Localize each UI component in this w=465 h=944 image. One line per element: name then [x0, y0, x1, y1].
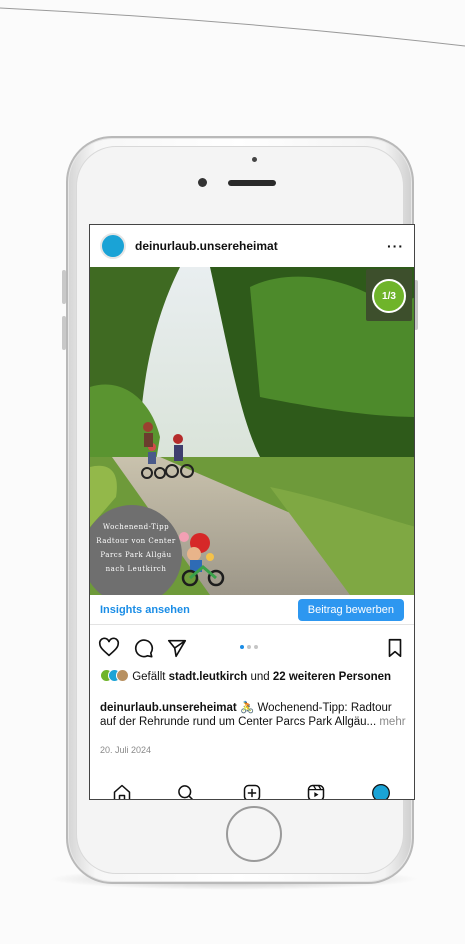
decorative-line: [0, 7, 465, 47]
instagram-post-screen: deinurlaub.unsereheimat ··· 1/3 Wochenen…: [89, 224, 415, 800]
overlay-line: Parcs Park Allgäu: [100, 551, 172, 559]
bookmark-icon[interactable]: [384, 637, 406, 659]
front-camera: [198, 178, 207, 187]
promote-post-button[interactable]: Beitrag bewerben: [297, 598, 404, 621]
likes-summary[interactable]: Gefällt stadt.leutkirch und 22 weiteren …: [100, 669, 410, 684]
carousel-dot: [247, 645, 251, 649]
carousel-indicator: [240, 645, 258, 649]
more-options-icon[interactable]: ···: [387, 238, 404, 254]
profile-icon[interactable]: [371, 783, 391, 800]
caption-username[interactable]: deinurlaub.unsereheimat: [100, 702, 237, 714]
home-icon[interactable]: [112, 783, 132, 800]
carousel-dot: [254, 645, 258, 649]
carousel-thumbnail[interactable]: 1/3: [366, 269, 412, 321]
liker-avatar: [116, 669, 129, 682]
comment-icon[interactable]: [132, 637, 154, 659]
bottom-nav: [90, 781, 414, 800]
overlay-text: Wochenend-Tipp Radtour von Center Parcs …: [92, 520, 180, 576]
overlay-line: Radtour von Center: [96, 537, 176, 545]
post-username[interactable]: deinurlaub.unsereheimat: [135, 239, 278, 253]
search-icon[interactable]: [176, 783, 196, 800]
volume-button: [62, 316, 66, 350]
carousel-counter: 1/3: [382, 290, 396, 302]
likes-middle: und: [247, 671, 273, 683]
post-date: 20. Juli 2024: [100, 745, 152, 755]
post-photo[interactable]: 1/3 Wochenend-Tipp Radtour von Center Pa…: [90, 267, 414, 595]
insights-link[interactable]: Insights ansehen: [100, 604, 190, 616]
action-bar: [90, 635, 414, 663]
create-icon[interactable]: [242, 783, 262, 800]
earpiece-speaker: [228, 180, 276, 186]
overlay-line: nach Leutkirch: [105, 565, 167, 573]
likes-others[interactable]: 22 weiteren Personen: [273, 671, 391, 683]
insights-row: Insights ansehen Beitrag bewerben: [90, 595, 414, 625]
front-sensor: [252, 157, 257, 162]
send-icon[interactable]: [166, 637, 188, 659]
carousel-counter-badge: 1/3: [372, 279, 406, 313]
caption-more-link[interactable]: mehr: [376, 716, 405, 728]
overlay-line: Wochenend-Tipp: [102, 523, 170, 531]
post-header: deinurlaub.unsereheimat ···: [90, 225, 414, 267]
likes-prefix: Gefällt: [132, 671, 169, 683]
likes-user[interactable]: stadt.leutkirch: [169, 671, 248, 683]
profile-avatar[interactable]: [100, 233, 126, 259]
heart-icon[interactable]: [98, 637, 120, 659]
post-caption: deinurlaub.unsereheimat 🚴 Wochenend-Tipp…: [100, 701, 406, 729]
carousel-dot: [240, 645, 244, 649]
reels-icon[interactable]: [306, 783, 326, 800]
home-button[interactable]: [226, 806, 282, 862]
caption-emoji: 🚴: [239, 702, 255, 714]
volume-button: [62, 270, 66, 304]
